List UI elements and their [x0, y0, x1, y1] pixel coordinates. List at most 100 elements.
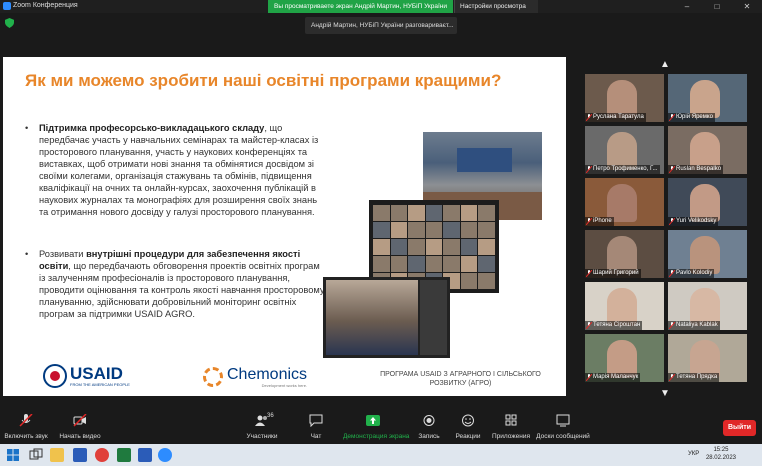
- participant-tile[interactable]: Марія Маланчук: [585, 334, 664, 382]
- share-screen-icon: [366, 415, 380, 426]
- bullet-2-pre: Розвивати: [39, 249, 87, 259]
- view-options-button[interactable]: Настройки просмотра: [454, 0, 538, 13]
- usaid-logo: USAID FROM THE AMERICAN PEOPLE: [43, 363, 130, 389]
- system-clock[interactable]: 15:25 28.02.2023: [706, 447, 736, 462]
- participants-button[interactable]: 36 Участники: [240, 413, 284, 440]
- apps-icon: [505, 414, 517, 426]
- muted-microphone-icon: [669, 322, 675, 329]
- whiteboard-icon: [556, 414, 570, 427]
- muted-microphone-icon: [586, 322, 592, 329]
- leave-button[interactable]: Выйти: [723, 420, 756, 436]
- participant-name: Yuri Velikodsky: [668, 217, 719, 226]
- slide-title: Як ми можемо зробити наші освітні програ…: [25, 71, 502, 90]
- muted-microphone-icon: [586, 270, 592, 277]
- minimize-button[interactable]: –: [672, 0, 702, 13]
- word-icon[interactable]: [73, 448, 87, 462]
- whiteboards-button[interactable]: Доски сообщений: [536, 414, 590, 440]
- participants-count: 36: [267, 413, 274, 419]
- participant-tile[interactable]: Yuri Velikodsky: [668, 178, 747, 226]
- participant-tile[interactable]: Тетяна Сірош­тан: [585, 282, 664, 330]
- program-caption: ПРОГРАМА USAID З АГРАРНОГО І СІЛЬСЬКОГО …: [380, 371, 541, 387]
- zoom-logo-icon: [3, 2, 11, 10]
- bullet-1-text: Підтримка професорсько-викладацького скл…: [39, 122, 325, 218]
- windows-start-icon[interactable]: [6, 448, 20, 462]
- muted-microphone-icon: [586, 374, 592, 381]
- participant-gallery: Руслана Таратула Юрій Яремко Петро Трофиме…: [585, 74, 749, 382]
- bullet-1-bold: Підтримка професорсько-викладацького скл…: [39, 123, 265, 133]
- chemonics-mark-icon: [203, 367, 223, 387]
- video-off-icon: [73, 413, 87, 427]
- muted-microphone-icon: [586, 166, 592, 173]
- close-button[interactable]: ✕: [732, 0, 762, 13]
- gallery-down-chevron-icon[interactable]: ▼: [655, 386, 675, 402]
- participant-name: Юрій Яремко: [668, 113, 715, 122]
- chemonics-logo: Chemonics Development works here.: [203, 364, 307, 390]
- participant-name: Петро Трофименко, Г...: [585, 165, 660, 174]
- participant-tile[interactable]: iPhone: [585, 178, 664, 226]
- security-shield-icon[interactable]: [5, 18, 14, 28]
- participant-name: Руслана Таратула: [585, 113, 646, 122]
- slide-photo-speaker: [323, 277, 450, 358]
- usaid-tagline: FROM THE AMERICAN PEOPLE: [70, 382, 130, 387]
- record-button[interactable]: Запись: [414, 414, 444, 440]
- muted-microphone-icon: [586, 218, 592, 225]
- share-screen-button[interactable]: Демонстрация экрана: [343, 414, 409, 440]
- windows-taskbar: УКР 15:25 28.02.2023: [0, 444, 762, 466]
- bullet-dot: •: [25, 123, 29, 133]
- active-speaker-label: Андрій Мартин, НУБіП України разговарива…: [305, 17, 457, 34]
- chat-button[interactable]: Чат: [301, 414, 331, 440]
- gallery-up-chevron-icon[interactable]: ▲: [655, 57, 675, 73]
- participant-tile[interactable]: Петро Трофименко, Г...: [585, 126, 664, 174]
- participant-tile[interactable]: Юрій Яремко: [668, 74, 747, 122]
- participant-tile[interactable]: Шарий Григорий: [585, 230, 664, 278]
- photo-speaker-video: [326, 280, 418, 355]
- reactions-button[interactable]: Реакции: [452, 414, 484, 440]
- unmute-button[interactable]: Включить звук: [4, 413, 48, 440]
- muted-microphone-icon: [669, 270, 675, 277]
- participant-tile[interactable]: Руслана Таратула: [585, 74, 664, 122]
- muted-microphone-icon: [586, 114, 592, 121]
- usaid-wordmark: USAID: [70, 364, 123, 383]
- maximize-button[interactable]: □: [702, 0, 732, 13]
- muted-microphone-icon: [669, 218, 675, 225]
- participant-tile[interactable]: Ruslan Bespalko: [668, 126, 747, 174]
- start-video-button[interactable]: Начать видео: [58, 413, 102, 440]
- title-bar: Zoom Конференция Вы просматриваете экран…: [0, 0, 762, 13]
- muted-microphone-icon: [19, 413, 33, 427]
- record-icon: [423, 415, 435, 426]
- chemonics-tagline: Development works here.: [261, 382, 308, 388]
- bullet-2-text: Розвивати внутрішні процедури для забезп…: [39, 248, 325, 320]
- zoom-taskbar-icon[interactable]: [158, 448, 172, 462]
- photo-speaker-sidebar: [420, 280, 447, 355]
- file-explorer-icon[interactable]: [50, 448, 64, 462]
- meeting-toolbar: Включить звук Начать видео 36 Участники …: [0, 410, 762, 444]
- participant-name: Nataliya Kablak: [668, 321, 720, 330]
- excel-icon[interactable]: [117, 448, 131, 462]
- participant-tile[interactable]: Nataliya Kablak: [668, 282, 747, 330]
- participant-name: Тетяна Сірош­тан: [585, 321, 643, 330]
- task-view-icon[interactable]: [29, 448, 43, 462]
- participant-tile[interactable]: Pavlo Kolodiy: [668, 230, 747, 278]
- chemonics-wordmark: Chemonics: [227, 365, 308, 383]
- participant-name: Ruslan Bespalko: [668, 165, 724, 174]
- language-indicator[interactable]: УКР: [688, 451, 699, 457]
- share-banner: Вы просматриваете экран Андрій Мартин, Н…: [268, 0, 453, 13]
- reactions-smiley-icon: [462, 414, 474, 427]
- bullet-1-rest: , що передбачає участь у навчальних семі…: [39, 123, 319, 217]
- chat-bubble-icon: [309, 414, 323, 428]
- muted-microphone-icon: [669, 374, 675, 381]
- bullet-2-rest: , що передбачають обговорення проектів о…: [39, 261, 325, 319]
- participant-name: Шарий Григорий: [585, 269, 641, 278]
- clock-time: 15:25: [713, 447, 729, 453]
- chrome-icon[interactable]: [95, 448, 109, 462]
- word-icon-2[interactable]: [138, 448, 152, 462]
- apps-button[interactable]: Приложения: [490, 414, 532, 440]
- clock-date: 28.02.2023: [705, 454, 736, 461]
- shared-screen-slide: Як ми можемо зробити наші освітні програ…: [3, 57, 566, 396]
- participant-tile[interactable]: Тетяна Прядка: [668, 334, 747, 382]
- participant-name: Тетяна Прядка: [668, 373, 720, 382]
- participant-name: Марія Маланчук: [585, 373, 641, 382]
- usaid-seal-icon: [43, 364, 67, 388]
- bullet-dot: •: [25, 249, 29, 259]
- window-title: Zoom Конференция: [13, 2, 78, 9]
